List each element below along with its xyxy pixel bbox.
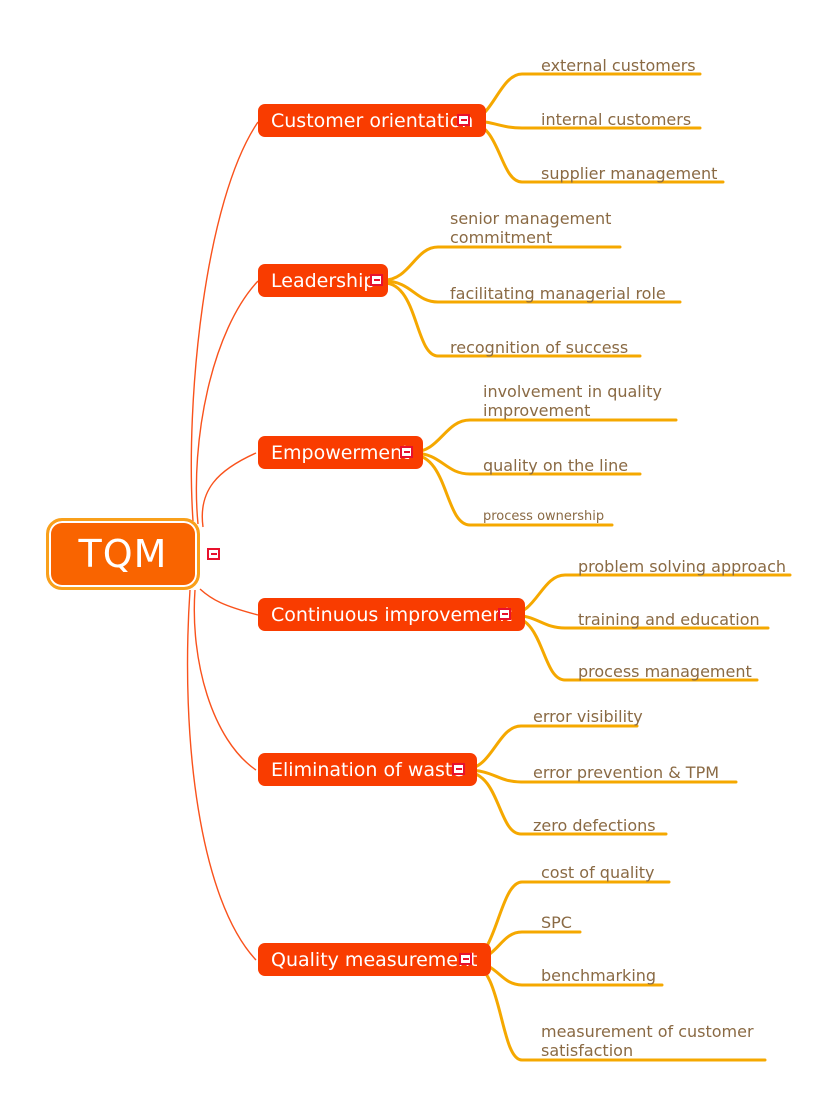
topic-label: Quality measurement xyxy=(271,948,478,971)
subtopic-recognition-of-success[interactable]: recognition of success xyxy=(450,338,628,357)
collapse-minus-icon xyxy=(462,958,469,960)
subtopic-supplier-management[interactable]: supplier management xyxy=(541,164,717,183)
subtopic-spc[interactable]: SPC xyxy=(541,913,572,932)
topic-collapse-toggle-customer-orientation[interactable] xyxy=(457,114,470,126)
subtopic-training-and-education[interactable]: training and education xyxy=(578,610,760,629)
subtopic-process-management[interactable]: process management xyxy=(578,662,752,681)
subtopic-senior-management-commitment[interactable]: senior management commitment xyxy=(450,209,611,247)
subtopic-problem-solving-approach[interactable]: problem solving approach xyxy=(578,557,786,576)
subtopic-quality-on-the-line[interactable]: quality on the line xyxy=(483,456,628,475)
subline-senior-management-commitment xyxy=(382,245,622,282)
collapse-minus-icon xyxy=(403,451,410,453)
subtopic-facilitating-managerial-role[interactable]: facilitating managerial role xyxy=(450,284,666,303)
topic-leadership[interactable]: Leadership xyxy=(258,264,389,297)
topic-empowerment[interactable]: Empowerment xyxy=(258,436,423,469)
central-topic-tqm[interactable]: TQM xyxy=(46,518,200,590)
topic-quality-measurement[interactable]: Quality measurement xyxy=(258,943,491,976)
collapse-minus-icon xyxy=(460,119,467,121)
branch-line-leadership xyxy=(195,280,259,525)
topic-label: Customer orientation xyxy=(271,109,474,132)
collapse-minus-icon xyxy=(210,553,217,555)
collapse-minus-icon xyxy=(501,613,508,615)
branch-line-quality-measurement xyxy=(186,589,257,961)
topic-label: Elimination of waste xyxy=(271,758,465,781)
topic-collapse-toggle-empowerment[interactable] xyxy=(400,446,413,458)
topic-label: Leadership xyxy=(271,269,376,292)
topic-label: Continuous improvement xyxy=(271,603,512,626)
central-topic-collapse-toggle[interactable] xyxy=(207,548,220,560)
topic-collapse-toggle-continuous-improvement[interactable] xyxy=(498,608,511,620)
topic-elimination-of-waste[interactable]: Elimination of waste xyxy=(258,753,478,786)
topic-collapse-toggle-quality-measurement[interactable] xyxy=(459,953,472,965)
subline-problem-solving-approach xyxy=(509,573,792,616)
subtopic-cost-of-quality[interactable]: cost of quality xyxy=(541,863,655,882)
subtopic-error-prevention-tpm[interactable]: error prevention & TPM xyxy=(533,763,719,782)
subtopic-error-visibility[interactable]: error visibility xyxy=(533,707,643,726)
topic-collapse-toggle-elimination-of-waste[interactable] xyxy=(452,763,465,775)
subtopic-internal-customers[interactable]: internal customers xyxy=(541,110,691,129)
collapse-minus-icon xyxy=(455,768,462,770)
subtopic-process-ownership[interactable]: process ownership xyxy=(483,509,604,525)
branch-line-customer-orientation xyxy=(190,121,259,522)
central-topic-label: TQM xyxy=(78,532,168,576)
topic-label: Empowerment xyxy=(271,441,410,464)
branch-line-empowerment xyxy=(201,452,257,528)
topic-customer-orientation[interactable]: Customer orientation xyxy=(258,104,487,137)
topic-continuous-improvement[interactable]: Continuous improvement xyxy=(258,598,525,631)
subtopic-measurement-of-customer-satisfaction[interactable]: measurement of customer satisfaction xyxy=(541,1022,754,1060)
mind-map-canvas: TQM Customer orientation external custom… xyxy=(0,0,840,1111)
subline-involvement-in-quality-improvement xyxy=(411,418,678,454)
subtopic-external-customers[interactable]: external customers xyxy=(541,56,696,75)
subtopic-benchmarking[interactable]: benchmarking xyxy=(541,966,656,985)
branch-line-elimination-of-waste xyxy=(193,589,257,771)
collapse-minus-icon xyxy=(373,279,380,281)
subtopic-involvement-in-quality-improvement[interactable]: involvement in quality improvement xyxy=(483,382,662,420)
topic-collapse-toggle-leadership[interactable] xyxy=(370,274,383,286)
subtopic-zero-defections[interactable]: zero defections xyxy=(533,816,656,835)
branch-line-continuous-improvement xyxy=(199,588,259,616)
